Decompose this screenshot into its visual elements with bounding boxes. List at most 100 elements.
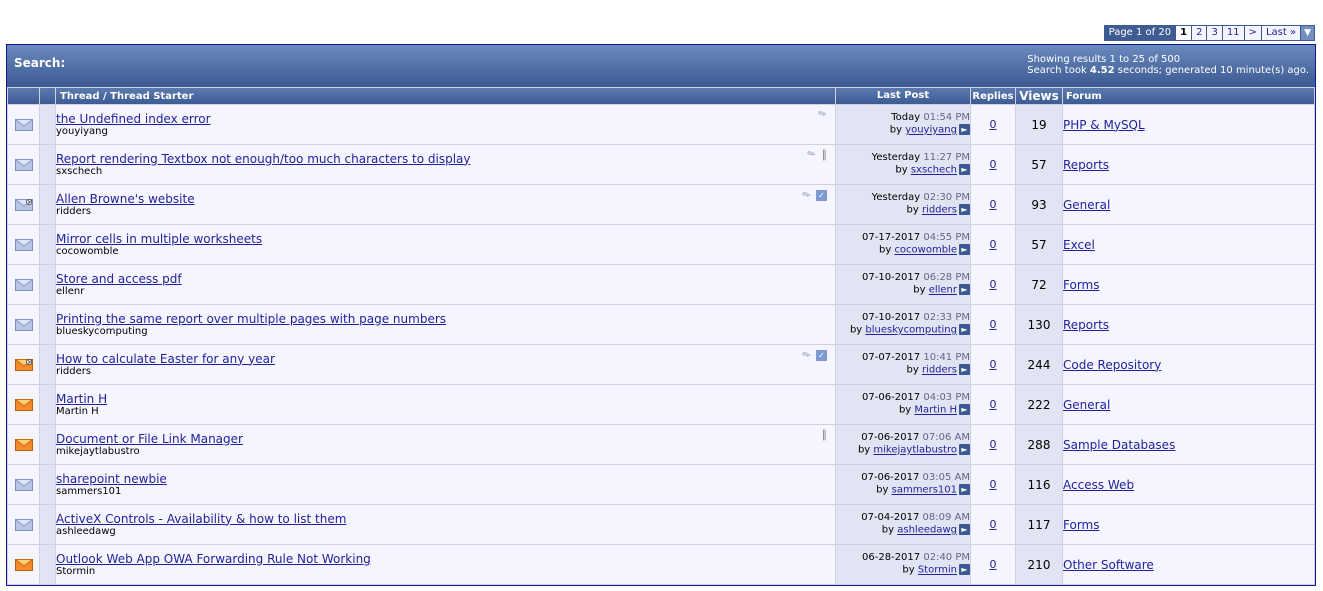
- goto-last-post-icon[interactable]: ►: [959, 124, 970, 136]
- forum-link[interactable]: PHP & MySQL: [1063, 118, 1145, 132]
- thread-cell: the Undefined index error youyiyang ✎: [56, 105, 835, 144]
- last-post-time: 06:28 PM: [923, 272, 970, 284]
- header-last-post[interactable]: Last Post: [836, 88, 970, 104]
- thread-title-link[interactable]: Mirror cells in multiple worksheets: [56, 232, 835, 246]
- goto-last-post-icon[interactable]: ►: [959, 164, 970, 176]
- goto-last-post-icon[interactable]: ►: [959, 244, 970, 256]
- replies-link[interactable]: 0: [990, 558, 997, 571]
- replies-link[interactable]: 0: [990, 118, 997, 131]
- forum-link[interactable]: Reports: [1063, 158, 1109, 172]
- table-row: Report rendering Textbox not enough/too …: [8, 145, 1314, 184]
- page-last[interactable]: Last »: [1261, 26, 1301, 40]
- last-post-user-link[interactable]: sxschech: [911, 165, 957, 176]
- thread-title-link[interactable]: sharepoint newbie: [56, 472, 835, 486]
- replies-link[interactable]: 0: [990, 278, 997, 291]
- thread-title-link[interactable]: ActiveX Controls - Availability & how to…: [56, 512, 835, 526]
- status-cell: [8, 265, 39, 304]
- thread-title-link[interactable]: Martin H: [56, 392, 835, 406]
- thread-cell: ActiveX Controls - Availability & how to…: [56, 505, 835, 544]
- last-post-user-link[interactable]: ridders: [922, 205, 957, 216]
- header-thread[interactable]: Thread / Thread Starter: [56, 88, 835, 104]
- table-row: ActiveX Controls - Availability & how to…: [8, 505, 1314, 544]
- last-post-time: 11:27 PM: [923, 152, 970, 164]
- forum-link[interactable]: Sample Databases: [1063, 438, 1175, 452]
- goto-last-post-icon[interactable]: ►: [959, 484, 970, 496]
- forum-link[interactable]: Excel: [1063, 238, 1095, 252]
- goto-last-post-icon[interactable]: ►: [959, 564, 970, 576]
- status-cell: [8, 305, 39, 344]
- thread-title-link[interactable]: Allen Browne's website: [56, 192, 835, 206]
- last-post-user-link[interactable]: Martin H: [914, 405, 957, 416]
- last-post-date: 07-04-2017: [861, 512, 920, 524]
- goto-last-post-icon[interactable]: ►: [959, 364, 970, 376]
- last-post-user-link[interactable]: Stormin: [918, 565, 957, 576]
- last-post-user-link[interactable]: mikejaytlabustro: [873, 445, 957, 456]
- last-post-user-link[interactable]: ashleedawg: [897, 525, 957, 536]
- thread-title-link[interactable]: the Undefined index error: [56, 112, 835, 126]
- goto-last-post-icon[interactable]: ►: [959, 284, 970, 296]
- thread-cell: Report rendering Textbox not enough/too …: [56, 145, 835, 184]
- status-cell: [8, 465, 39, 504]
- views-count: 244: [1016, 345, 1062, 384]
- replies-link[interactable]: 0: [990, 478, 997, 491]
- last-post-time: 08:09 AM: [922, 512, 970, 524]
- last-post-date: 07-10-2017: [862, 312, 921, 324]
- last-post-cell: Yesterday 02:30 PM by ridders ►: [836, 185, 970, 224]
- goto-last-post-icon[interactable]: ►: [959, 404, 970, 416]
- page-link-3[interactable]: 3: [1207, 26, 1222, 40]
- forum-link[interactable]: Other Software: [1063, 558, 1154, 572]
- page-link-2[interactable]: 2: [1192, 26, 1207, 40]
- thread-title-link[interactable]: Store and access pdf: [56, 272, 835, 286]
- last-post-user-link[interactable]: sammers101: [892, 485, 957, 496]
- forum-link[interactable]: General: [1063, 198, 1110, 212]
- thread-cell: Store and access pdf ellenr: [56, 265, 835, 304]
- last-post-user-link[interactable]: youyiyang: [905, 125, 957, 136]
- thread-title-link[interactable]: How to calculate Easter for any year: [56, 352, 835, 366]
- replies-link[interactable]: 0: [990, 518, 997, 531]
- last-post-date: Yesterday: [871, 152, 921, 164]
- page-link-11[interactable]: 11: [1222, 26, 1244, 40]
- forum-link[interactable]: Code Repository: [1063, 358, 1161, 372]
- replies-link[interactable]: 0: [990, 158, 997, 171]
- goto-last-post-icon[interactable]: ►: [959, 324, 970, 336]
- last-post-user-link[interactable]: ellenr: [929, 285, 957, 296]
- header-forum[interactable]: Forum: [1063, 88, 1314, 104]
- views-count: 19: [1016, 105, 1062, 144]
- replies-link[interactable]: 0: [990, 398, 997, 411]
- goto-last-post-icon[interactable]: ►: [959, 444, 970, 456]
- thread-starter: Martin H: [56, 405, 99, 417]
- last-post-user-link[interactable]: ridders: [922, 365, 957, 376]
- thread-title-link[interactable]: Report rendering Textbox not enough/too …: [56, 152, 835, 166]
- header-replies[interactable]: Replies: [971, 88, 1015, 104]
- table-row: Martin H Martin H 07-06-2017 04:03 PM by Ma…: [8, 385, 1314, 424]
- table-row: sharepoint newbie sammers101 07-06-2017 03…: [8, 465, 1314, 504]
- forum-link[interactable]: Forms: [1063, 518, 1099, 532]
- tag-icon: ✎: [800, 188, 813, 202]
- forum-link[interactable]: Access Web: [1063, 478, 1134, 492]
- last-post-by-prefix: by: [857, 444, 874, 456]
- thread-starter: sammers101: [56, 485, 122, 497]
- forum-link[interactable]: Reports: [1063, 318, 1109, 332]
- thread-starter: ashleedawg: [56, 525, 116, 537]
- last-post-user-link[interactable]: cocowomble: [894, 245, 957, 256]
- replies-link[interactable]: 0: [990, 358, 997, 371]
- last-post-by-prefix: by: [889, 124, 906, 136]
- thread-icon-cell: [40, 545, 55, 584]
- replies-link[interactable]: 0: [990, 238, 997, 251]
- replies-link[interactable]: 0: [990, 438, 997, 451]
- last-post-user-link[interactable]: blueskycomputing: [865, 325, 957, 336]
- forum-link[interactable]: General: [1063, 398, 1110, 412]
- header-views[interactable]: Views: [1016, 88, 1062, 104]
- goto-last-post-icon[interactable]: ►: [959, 204, 970, 216]
- thread-title-link[interactable]: Document or File Link Manager: [56, 432, 835, 446]
- thread-title-link[interactable]: Outlook Web App OWA Forwarding Rule Not …: [56, 552, 835, 566]
- page-next[interactable]: >: [1244, 26, 1261, 40]
- goto-last-post-icon[interactable]: ►: [959, 524, 970, 536]
- thread-title-link[interactable]: Printing the same report over multiple p…: [56, 312, 835, 326]
- page-menu-dropdown-icon[interactable]: ▼: [1301, 26, 1314, 40]
- forum-link[interactable]: Forms: [1063, 278, 1099, 292]
- replies-link[interactable]: 0: [990, 198, 997, 211]
- replies-link[interactable]: 0: [990, 318, 997, 331]
- status-cell: [8, 385, 39, 424]
- last-post-cell: 07-10-2017 02:33 PM by blueskycomputing ►: [836, 305, 970, 344]
